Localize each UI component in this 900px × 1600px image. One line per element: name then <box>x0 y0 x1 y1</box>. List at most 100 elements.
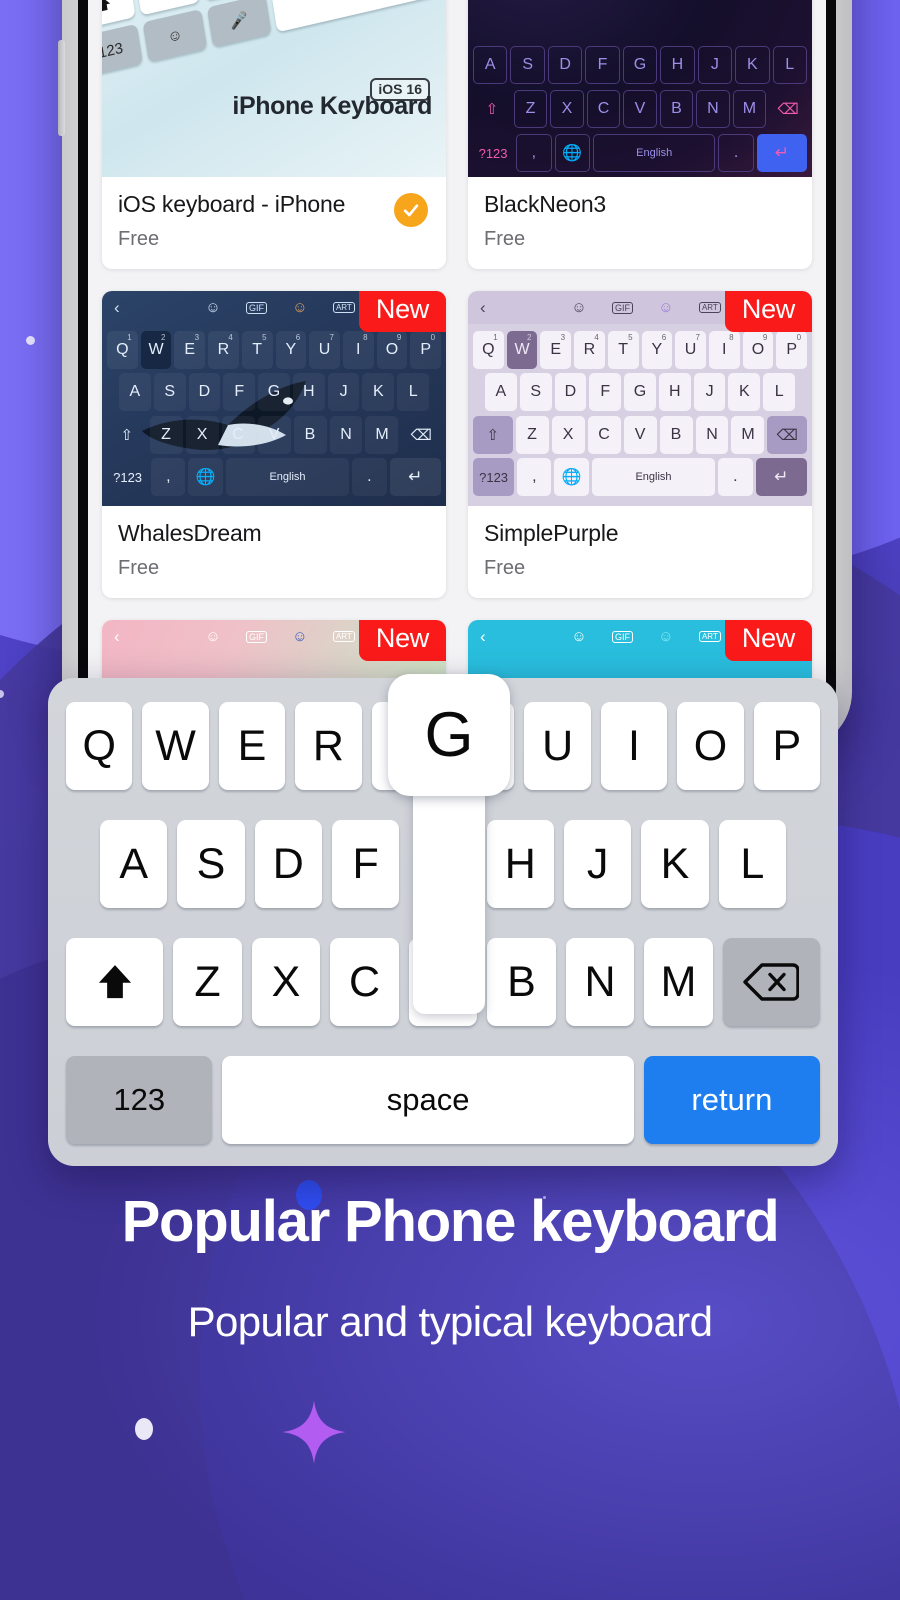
gif-icon[interactable]: GIF <box>611 630 633 643</box>
theme-key: M <box>732 90 767 128</box>
theme-thumbnail: A S D F G B N return <box>102 0 446 177</box>
art-icon[interactable]: ART <box>332 302 355 313</box>
subheadline: Popular and typical keyboard <box>187 1297 713 1345</box>
return-key[interactable]: return <box>643 1056 820 1144</box>
key-popup-stem <box>413 782 485 1014</box>
comma-key: , <box>516 134 552 172</box>
backspace-key[interactable] <box>722 938 821 1026</box>
theme-key: Z <box>149 415 183 454</box>
back-chevron-icon[interactable]: ‹ <box>114 627 180 647</box>
key-w[interactable]: W <box>142 702 209 790</box>
theme-key: V <box>257 415 291 454</box>
period-key: . <box>718 458 753 497</box>
period-key: . <box>718 134 754 172</box>
theme-card-simplepurple[interactable]: ‹ ☺ GIF ☺ ART 1Q 2 W 3 E 4 R 5 T 6 Y 7 U… <box>468 291 812 598</box>
key-q[interactable]: Q <box>65 702 133 790</box>
thumb-caption: iPhone Keyboard <box>232 92 432 120</box>
theme-key: S <box>519 373 552 412</box>
art-icon[interactable]: ART <box>332 631 355 642</box>
gif-icon[interactable]: GIF <box>611 301 633 314</box>
key-k[interactable]: K <box>641 820 709 908</box>
emoji-icon: ☺ <box>142 8 208 63</box>
key-a[interactable]: A <box>100 820 168 908</box>
space-key: English <box>593 134 716 172</box>
shift-key[interactable] <box>65 938 164 1026</box>
theme-title: SimplePurple <box>484 520 619 546</box>
theme-thumbnail: ‹ ☺ GIF ☺ ART <box>102 291 446 506</box>
key-r[interactable]: R <box>295 702 362 790</box>
key-z[interactable]: Z <box>173 938 242 1026</box>
sticker-icon[interactable]: ☺ <box>633 628 699 645</box>
theme-key: Z <box>513 90 548 128</box>
mic-icon: 🎤 <box>206 0 272 48</box>
key-j[interactable]: J <box>563 820 632 908</box>
emoji-icon[interactable]: ☺ <box>546 299 612 316</box>
theme-key: 4R <box>574 330 605 369</box>
theme-price: Free <box>118 228 160 250</box>
keyboard-row-top: 1Q 2W 3E 4R 5T 6Y 7U 8I <box>105 330 443 369</box>
key-x[interactable]: X <box>251 938 321 1026</box>
key-u[interactable]: U <box>524 702 591 790</box>
theme-card-body: BlackNeon3 Free <box>468 177 812 269</box>
theme-key: C <box>221 415 255 454</box>
new-badge: New <box>724 291 812 332</box>
key-n[interactable]: N <box>565 938 635 1026</box>
key-e[interactable]: E <box>218 702 286 790</box>
sticker-icon[interactable]: ☺ <box>267 628 333 645</box>
theme-key: 4R <box>208 330 239 369</box>
keyboard-row-qwerty: Q W E R T Y U I O P G <box>65 674 821 1014</box>
headline: Popular Phone keyboard <box>121 1189 780 1254</box>
keyboard-row-top: 1Q 2W 3E 4R 5T 6Y 7U 8I <box>471 330 809 369</box>
theme-card-whalesdream[interactable]: ‹ ☺ GIF ☺ ART 1 Q 2 W 3 E 4 R 5 T 6 Y 7 … <box>102 291 446 598</box>
theme-key: V <box>623 90 657 128</box>
numeric-key[interactable]: 123 <box>66 1056 213 1144</box>
emoji-icon[interactable]: ☺ <box>180 628 246 645</box>
key-p[interactable]: P <box>753 702 821 790</box>
key-s[interactable]: S <box>177 820 245 908</box>
art-icon[interactable]: ART <box>698 631 721 642</box>
theme-key: H <box>658 373 691 412</box>
emoji-icon[interactable]: ☺ <box>180 299 246 316</box>
theme-key: 1Q <box>473 330 504 369</box>
keyboard-rows: A S D F G H J K L ⇧ Z X C V B N M ⌫ ?123… <box>468 44 812 177</box>
key-o[interactable]: O <box>677 702 744 790</box>
theme-title: BlackNeon3 <box>484 191 607 217</box>
theme-key: 3E <box>174 330 206 369</box>
theme-key: X <box>551 415 585 454</box>
sticker-icon[interactable]: ☺ <box>267 299 333 316</box>
theme-card-blackneon3[interactable]: A S D F G H J K L ⇧ Z X C V B N M ⌫ ?123… <box>468 0 812 269</box>
keyboard-row-function: ?123 , 🌐 English . ↵ <box>471 458 809 497</box>
key-l[interactable]: L <box>718 820 786 908</box>
theme-key: 3E <box>540 330 572 369</box>
keyboard-row-function: ?123 , 🌐 English . ↵ <box>471 134 809 172</box>
key-d[interactable]: D <box>254 820 322 908</box>
key-m[interactable]: M <box>644 938 713 1026</box>
theme-key: C <box>586 90 621 128</box>
art-icon[interactable]: ART <box>698 302 721 313</box>
sticker-icon[interactable]: ☺ <box>633 299 699 316</box>
enter-key: ↵ <box>756 134 807 172</box>
theme-key: C <box>587 415 621 454</box>
theme-price: Free <box>484 557 526 579</box>
footer-text-block: Popular Phone keyboard Popular and typic… <box>0 1190 900 1346</box>
theme-key: N <box>329 415 363 454</box>
theme-thumbnail: A S D F G H J K L ⇧ Z X C V B N M ⌫ ?123… <box>468 0 812 177</box>
back-chevron-icon[interactable]: ‹ <box>480 627 546 647</box>
back-chevron-icon[interactable]: ‹ <box>114 298 180 318</box>
key-i[interactable]: I <box>600 702 668 790</box>
emoji-icon[interactable]: ☺ <box>546 628 612 645</box>
space-key[interactable]: space <box>222 1056 634 1144</box>
back-chevron-icon[interactable]: ‹ <box>480 298 546 318</box>
key-popup-g: G <box>388 674 510 1014</box>
theme-key: 6Y <box>275 330 307 369</box>
phone-mockup: A S D F G B N return <box>58 0 852 750</box>
theme-card-ios-keyboard[interactable]: A S D F G B N return <box>102 0 446 269</box>
theme-card-body: iOS keyboard - iPhone Free <box>102 177 446 269</box>
keyboard-preview: A S D F G H J K L ⇧ Z X C V B N M ⌫ ?123… <box>468 0 812 177</box>
theme-key: 7U <box>309 330 340 369</box>
phone-side-button <box>58 40 65 136</box>
theme-key: N <box>695 415 729 454</box>
gif-icon[interactable]: GIF <box>245 630 267 643</box>
gif-icon[interactable]: GIF <box>245 301 267 314</box>
selected-check-badge <box>394 193 428 227</box>
